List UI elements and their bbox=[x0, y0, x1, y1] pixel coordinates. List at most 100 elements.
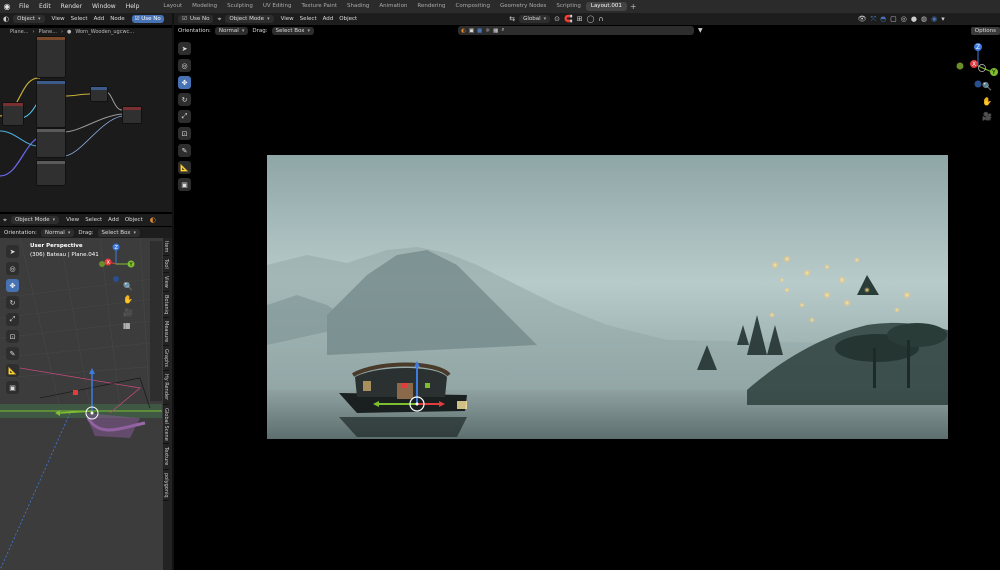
tab-animation[interactable]: Animation bbox=[374, 2, 412, 11]
zoom-icon[interactable]: 🔍 bbox=[123, 282, 133, 291]
gizmo-toggle-icon[interactable]: ⤧ bbox=[870, 15, 876, 23]
move-tool-icon[interactable]: ✥ bbox=[178, 76, 191, 89]
pan-hand-icon[interactable]: ✋ bbox=[982, 97, 992, 106]
menu-add[interactable]: Add bbox=[91, 16, 108, 22]
tab-compositing[interactable]: Compositing bbox=[451, 2, 495, 11]
tab-uv-editing[interactable]: UV Editing bbox=[258, 2, 297, 11]
select-tool-icon[interactable]: ➤ bbox=[6, 245, 19, 258]
falloff-icon[interactable]: ∩ bbox=[598, 15, 603, 23]
node-coordinates[interactable] bbox=[2, 102, 24, 126]
snap-increment-icon[interactable]: ⊞ bbox=[577, 15, 583, 23]
transform-tool-icon[interactable]: ⊡ bbox=[6, 330, 19, 343]
zoom-icon[interactable]: 🔍 bbox=[982, 82, 992, 91]
tab-texture-paint[interactable]: Texture Paint bbox=[297, 2, 343, 11]
proportional-edit-icon[interactable]: ◯ bbox=[587, 15, 595, 23]
tab-scripting[interactable]: Scripting bbox=[551, 2, 585, 11]
menu-select[interactable]: Select bbox=[82, 217, 105, 223]
main-axis-gizmo[interactable]: Z Y X bbox=[954, 42, 1000, 90]
sidebar-panel-collapsed[interactable] bbox=[150, 241, 162, 401]
tab-view[interactable]: View bbox=[163, 273, 169, 292]
node-color-ramp[interactable] bbox=[36, 128, 66, 158]
tab-measure[interactable]: Measure bbox=[163, 318, 169, 347]
annotate-tool-icon[interactable]: ✎ bbox=[6, 347, 19, 360]
editor-type-icon[interactable]: ◐ bbox=[3, 15, 9, 23]
node-value[interactable] bbox=[36, 160, 66, 186]
editor-type-icon[interactable]: ⌖ bbox=[3, 216, 7, 224]
tab-graphs[interactable]: Graphs bbox=[163, 346, 169, 372]
shading-wireframe-icon[interactable]: ◎ bbox=[901, 15, 907, 23]
menu-window[interactable]: Window bbox=[87, 3, 121, 10]
tab-modeling[interactable]: Modeling bbox=[187, 2, 222, 11]
measure-tool-icon[interactable]: 📐 bbox=[6, 364, 19, 377]
add-workspace-icon[interactable]: + bbox=[627, 2, 640, 11]
overlays-icon[interactable]: ◓ bbox=[880, 15, 886, 23]
tab-shading[interactable]: Shading bbox=[342, 2, 374, 11]
menu-select[interactable]: Select bbox=[297, 16, 320, 22]
menu-edit[interactable]: Edit bbox=[34, 3, 56, 10]
menu-view[interactable]: View bbox=[49, 16, 68, 22]
node-output[interactable] bbox=[122, 106, 142, 124]
shading-options-icon[interactable]: ▾ bbox=[941, 15, 945, 23]
xray-icon[interactable]: ▢ bbox=[890, 15, 897, 23]
move-tool-icon[interactable]: ✥ bbox=[6, 279, 19, 292]
viewport-filter-bar[interactable]: ◐ ▣ ■ ☼ ▦ ⌕ bbox=[458, 26, 695, 35]
drag-dropdown[interactable]: Select Box ▾ bbox=[271, 26, 315, 35]
object-select-dropdown[interactable]: Object ▾ bbox=[13, 15, 45, 23]
editor-type-icon[interactable]: ⌖ bbox=[217, 15, 221, 23]
transform-orientation-dropdown[interactable]: Global ▾ bbox=[519, 15, 551, 23]
breadcrumb-item[interactable]: Plane... bbox=[38, 29, 56, 35]
shading-material-icon[interactable]: ◍ bbox=[921, 15, 927, 23]
scale-tool-icon[interactable]: ⤢ bbox=[178, 110, 191, 123]
left-axis-gizmo[interactable]: Z Y X bbox=[99, 242, 139, 282]
camera-icon[interactable]: 🎥 bbox=[982, 112, 992, 121]
tab-hy-render[interactable]: Hy Render bbox=[163, 371, 169, 405]
shading-rendered-icon[interactable]: ◉ bbox=[931, 15, 937, 23]
camera-icon[interactable]: 🎥 bbox=[123, 308, 133, 317]
scale-tool-icon[interactable]: ⤢ bbox=[6, 313, 19, 326]
visibility-icon[interactable]: 👁 bbox=[858, 15, 867, 23]
rotate-tool-icon[interactable]: ↻ bbox=[6, 296, 19, 309]
menu-view[interactable]: View bbox=[278, 16, 297, 22]
breadcrumb-item[interactable]: Plane... bbox=[10, 29, 28, 35]
menu-add[interactable]: Add bbox=[105, 217, 122, 223]
menu-help[interactable]: Help bbox=[121, 3, 145, 10]
cursor-tool-icon[interactable]: ◎ bbox=[178, 59, 191, 72]
search-icon[interactable]: ⌕ bbox=[501, 27, 504, 34]
add-cube-tool-icon[interactable]: ▣ bbox=[178, 178, 191, 191]
use-nodes-checkbox[interactable]: ☑ Use No bbox=[131, 15, 164, 23]
menu-render[interactable]: Render bbox=[56, 3, 87, 10]
node-mapping[interactable] bbox=[36, 80, 66, 128]
tab-sculpting[interactable]: Sculpting bbox=[222, 2, 258, 11]
node-texture[interactable] bbox=[36, 36, 66, 78]
tab-geometry-nodes[interactable]: Geometry Nodes bbox=[495, 2, 551, 11]
annotate-tool-icon[interactable]: ✎ bbox=[178, 144, 191, 157]
use-nodes-toggle[interactable]: ☑ Use No bbox=[178, 15, 214, 23]
cursor-tool-icon[interactable]: ◎ bbox=[6, 262, 19, 275]
drag-dropdown[interactable]: Select Box ▾ bbox=[97, 228, 141, 237]
menu-object[interactable]: Object bbox=[336, 16, 360, 22]
blender-logo-icon[interactable]: ◉ bbox=[0, 2, 14, 11]
snap-icon[interactable]: 🧲 bbox=[564, 15, 573, 23]
measure-tool-icon[interactable]: 📐 bbox=[178, 161, 191, 174]
menu-file[interactable]: File bbox=[14, 3, 34, 10]
tab-layout-001[interactable]: Layout.001 bbox=[585, 2, 627, 11]
menu-node[interactable]: Node bbox=[107, 16, 127, 22]
orientation-dropdown[interactable]: Normal ▾ bbox=[40, 228, 75, 237]
tab-rendering[interactable]: Rendering bbox=[412, 2, 450, 11]
overlay-icon[interactable]: ◐ bbox=[150, 216, 156, 224]
shading-solid-icon[interactable]: ● bbox=[911, 15, 917, 23]
menu-add[interactable]: Add bbox=[320, 16, 337, 22]
tab-texture[interactable]: Texture bbox=[163, 444, 169, 470]
transform-tool-icon[interactable]: ⊡ bbox=[178, 127, 191, 140]
mode-dropdown[interactable]: Object Mode ▾ bbox=[10, 216, 60, 224]
tab-polygoniq[interactable]: polygoniq bbox=[163, 470, 169, 502]
node-mix[interactable] bbox=[90, 86, 108, 102]
orientation-dropdown[interactable]: Normal ▾ bbox=[214, 26, 249, 35]
main-mode-dropdown[interactable]: Object Mode ▾ bbox=[225, 15, 274, 23]
ortho-grid-icon[interactable]: ▦ bbox=[123, 321, 133, 330]
menu-view[interactable]: View bbox=[63, 217, 82, 223]
tab-botaniq[interactable]: Botaniq bbox=[163, 292, 169, 319]
menu-select[interactable]: Select bbox=[68, 16, 91, 22]
pivot-icon[interactable]: ⊙ bbox=[554, 15, 560, 23]
left-3d-viewport[interactable]: User Perspective (306) Bateau | Plane.04… bbox=[0, 238, 172, 570]
